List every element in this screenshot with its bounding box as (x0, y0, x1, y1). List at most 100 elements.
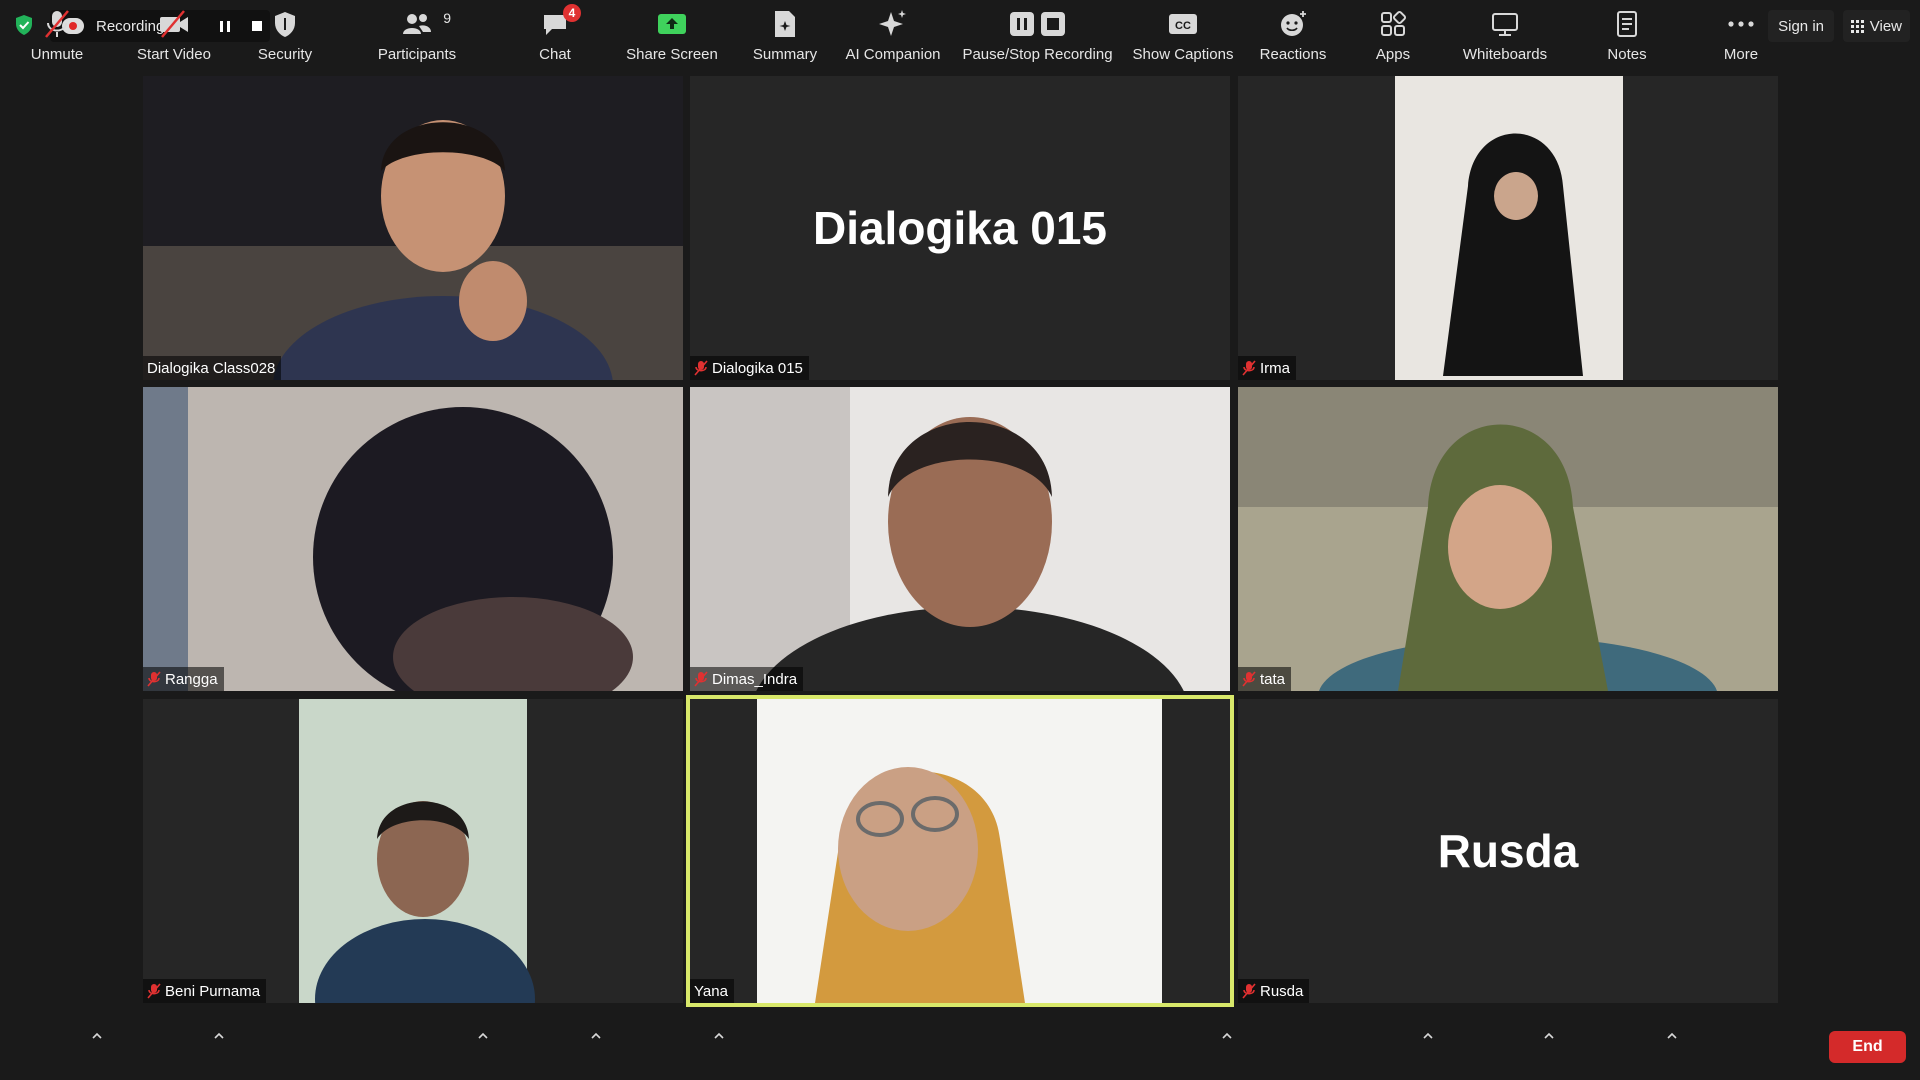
whiteboard-icon (1492, 13, 1518, 36)
start-video-label: Start Video (137, 46, 211, 63)
reactions-label: Reactions (1259, 46, 1327, 63)
participant-video (690, 699, 1230, 1003)
participant-name: tata (1260, 670, 1286, 688)
summary-document-icon (775, 11, 795, 37)
participant-name: Rusda (1260, 982, 1304, 1000)
pause-stop-recording-label: Pause/Stop Recording (962, 46, 1113, 63)
video-tile[interactable]: Rusda Rusda (1238, 699, 1778, 1003)
view-label: View (1869, 17, 1902, 35)
participant-name-tag: Yana (690, 979, 734, 1003)
notes-label: Notes (1607, 46, 1647, 63)
participant-name-tag: Rusda (1238, 979, 1310, 1003)
participant-video (143, 387, 683, 691)
svg-text:CC: CC (1175, 20, 1191, 32)
notes-button[interactable]: Notes (1600, 8, 1654, 70)
participant-name: Dimas_Indra (712, 670, 798, 688)
video-tile[interactable]: Irma (1238, 76, 1778, 380)
apps-icon (1381, 10, 1407, 36)
participant-name: Yana (694, 982, 728, 1000)
summary-label: Summary (752, 46, 818, 63)
more-dots-icon (1728, 21, 1754, 27)
mic-muted-icon (1242, 671, 1256, 687)
share-options-caret-icon[interactable] (713, 1030, 725, 1042)
sign-in-button[interactable]: Sign in (1768, 10, 1834, 42)
mic-muted-icon (1242, 983, 1256, 999)
video-options-caret-icon[interactable] (213, 1030, 225, 1042)
apps-options-caret-icon[interactable] (1422, 1030, 1434, 1042)
unmute-button[interactable]: Unmute (26, 8, 88, 70)
participants-label: Participants (377, 46, 457, 63)
pause-icon (220, 20, 230, 32)
sparkle-icon (879, 10, 906, 36)
chat-options-caret-icon[interactable] (590, 1030, 602, 1042)
emoji-smile-icon (1281, 11, 1306, 36)
participant-name-tag: Dialogika 015 (690, 356, 809, 380)
view-button[interactable]: View (1842, 10, 1910, 42)
more-button[interactable]: More (1714, 8, 1768, 70)
video-tile[interactable]: Rangga (143, 387, 683, 691)
participant-name-tag: Dialogika Class028 (143, 356, 282, 380)
unmute-label: Unmute (30, 46, 84, 63)
video-off-icon (160, 10, 188, 38)
mic-muted-icon (694, 671, 708, 687)
ai-companion-label: AI Companion (845, 46, 941, 63)
chat-label: Chat (539, 46, 571, 63)
security-label: Security (257, 46, 313, 63)
share-screen-label: Share Screen (626, 46, 718, 63)
captions-options-caret-icon[interactable] (1221, 1030, 1233, 1042)
start-video-button[interactable]: Start Video (135, 8, 213, 70)
participant-name: Dialogika 015 (712, 359, 803, 377)
video-tile-active-speaker[interactable]: Yana (686, 695, 1234, 1007)
video-tile[interactable]: Dialogika Class028 (143, 76, 683, 380)
pause-stop-recording-button[interactable]: Pause/Stop Recording (960, 8, 1115, 70)
chat-unread-badge: 4 (563, 4, 581, 22)
whiteboards-options-caret-icon[interactable] (1543, 1030, 1555, 1042)
pause-stop-icon (1009, 12, 1065, 36)
participants-count: 9 (443, 10, 451, 26)
more-label: More (1723, 46, 1759, 63)
whiteboards-label: Whiteboards (1462, 46, 1548, 63)
participants-button[interactable]: 9 Participants (372, 8, 462, 70)
participant-name-tag: Dimas_Indra (690, 667, 804, 691)
chat-button[interactable]: 4 Chat (533, 4, 581, 70)
video-tile[interactable]: Dialogika 015 Dialogika 015 (690, 76, 1230, 380)
participants-options-caret-icon[interactable] (477, 1030, 489, 1042)
participant-name: Beni Purnama (165, 982, 261, 1000)
pause-recording-button[interactable] (212, 13, 238, 39)
summary-button[interactable]: Summary (750, 8, 820, 70)
participant-name: Rangga (165, 670, 218, 688)
end-meeting-button[interactable]: End (1829, 1031, 1906, 1063)
video-tile[interactable]: Beni Purnama (143, 699, 683, 1003)
ai-companion-button[interactable]: AI Companion (843, 8, 943, 70)
participant-name-tag: tata (1238, 667, 1292, 691)
mic-muted-icon (694, 360, 708, 376)
participant-display-name: Dialogika 015 (812, 202, 1108, 254)
participant-video (1238, 387, 1778, 691)
mic-muted-icon (147, 671, 161, 687)
video-tile[interactable]: tata (1238, 387, 1778, 691)
participants-icon (403, 14, 431, 34)
captions-cc-icon: CC (1169, 14, 1197, 34)
audio-options-caret-icon[interactable] (91, 1030, 103, 1042)
grid-icon (1850, 19, 1864, 33)
participant-display-name: Rusda (1437, 825, 1579, 877)
participant-video (143, 76, 683, 380)
show-captions-button[interactable]: CC Show Captions (1130, 8, 1236, 70)
mic-muted-icon (45, 10, 69, 38)
participant-name-tag: Beni Purnama (143, 979, 267, 1003)
notes-options-caret-icon[interactable] (1666, 1030, 1678, 1042)
reactions-button[interactable]: Reactions (1255, 8, 1331, 70)
whiteboards-button[interactable]: Whiteboards (1455, 8, 1555, 70)
apps-button[interactable]: Apps (1370, 8, 1416, 70)
notes-icon (1617, 11, 1637, 37)
meeting-toolbar (0, 1008, 1920, 1080)
participant-video (690, 387, 1230, 691)
apps-label: Apps (1375, 46, 1411, 63)
share-screen-button[interactable]: Share Screen (624, 8, 720, 70)
security-button[interactable]: Security (250, 8, 320, 70)
mic-muted-icon (1242, 360, 1256, 376)
participant-name: Dialogika Class028 (147, 359, 276, 377)
video-tile[interactable]: Dimas_Indra (690, 387, 1230, 691)
participant-name-tag: Rangga (143, 667, 224, 691)
shield-icon (275, 12, 295, 37)
